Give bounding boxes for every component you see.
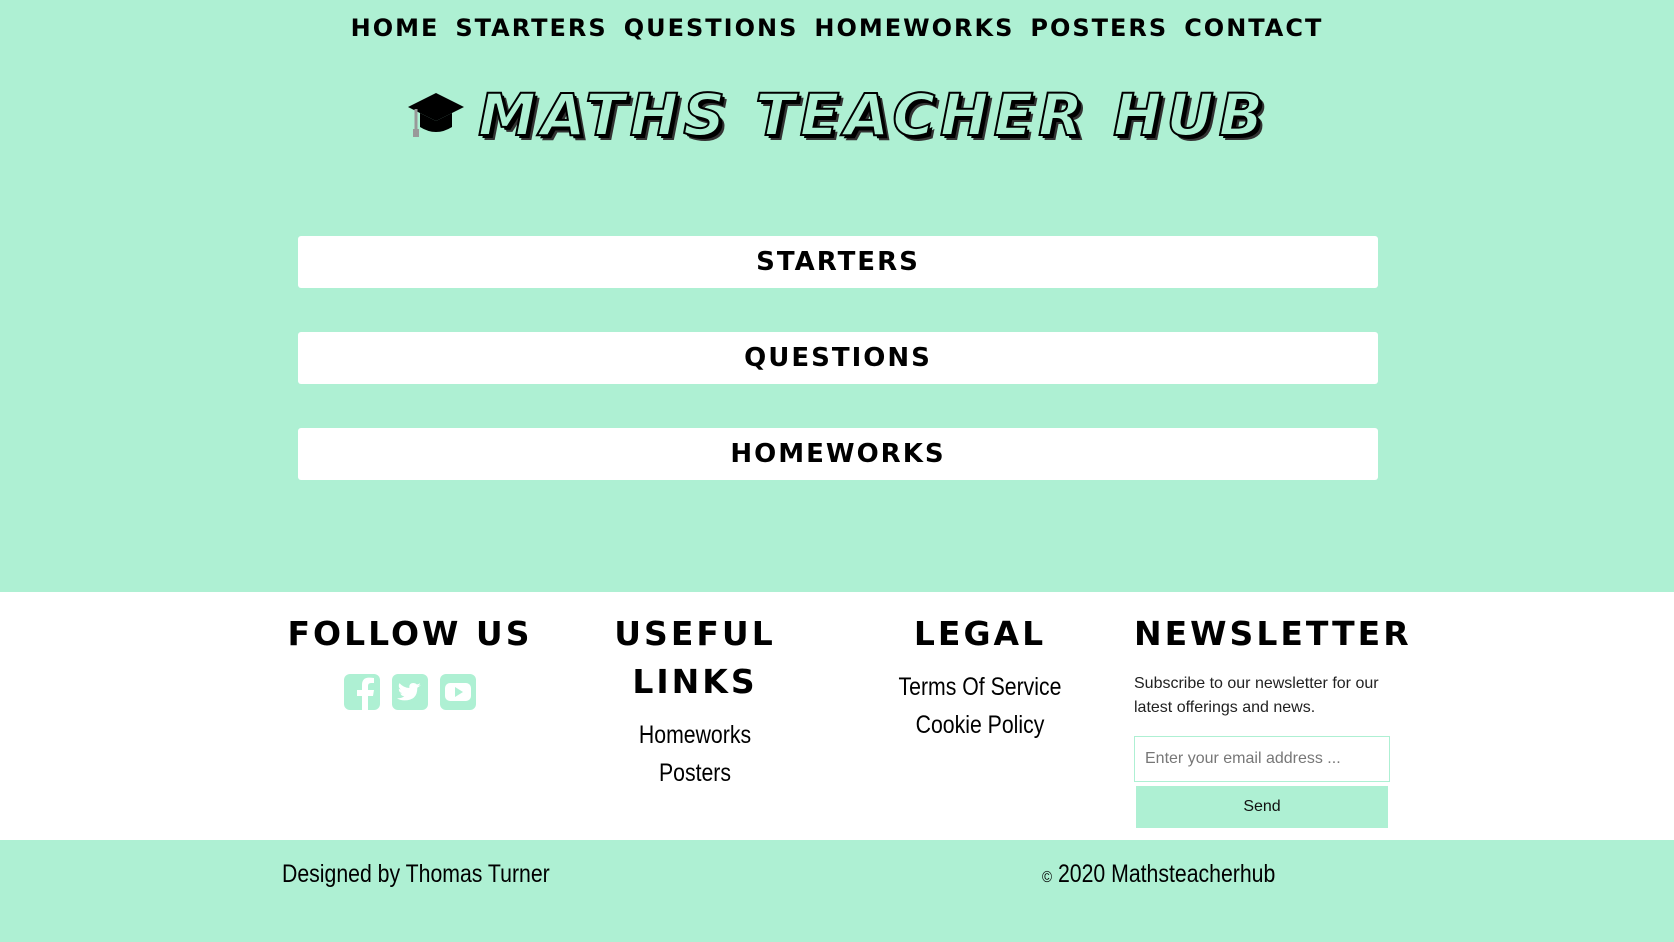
nav-contact[interactable]: Contact — [1184, 8, 1323, 48]
nav-home[interactable]: Home — [351, 8, 440, 48]
twitter-icon[interactable] — [392, 674, 428, 710]
footer: Follow Us Useful Links Homeworks Posters — [0, 592, 1674, 840]
site-logo[interactable]: Maths Teacher Hub — [0, 80, 1674, 150]
link-posters[interactable]: Posters — [576, 754, 814, 792]
nav-starters[interactable]: Starters — [455, 8, 607, 48]
youtube-icon[interactable] — [440, 674, 476, 710]
legal-links-list: Terms Of Service Cookie Policy — [840, 668, 1120, 744]
newsletter-heading: Newsletter — [1134, 614, 1412, 653]
copyright-notice: © 2020 Mathsteacherhub — [1042, 854, 1275, 898]
link-cookie-policy[interactable]: Cookie Policy — [861, 706, 1099, 744]
category-questions[interactable]: Questions — [298, 332, 1378, 384]
social-icons — [280, 674, 540, 710]
footer-follow-section: Follow Us — [280, 592, 540, 710]
category-homeworks[interactable]: Homeworks — [298, 428, 1378, 480]
category-label: Homeworks — [730, 439, 946, 469]
newsletter-send-button[interactable]: Send — [1136, 786, 1388, 828]
category-label: Starters — [756, 247, 920, 277]
legal-heading: Legal — [913, 614, 1047, 653]
copyright-symbol: © — [1042, 869, 1053, 886]
bottom-bar: Designed by Thomas Turner © 2020 Mathste… — [0, 840, 1674, 942]
nav-questions[interactable]: Questions — [624, 8, 799, 48]
newsletter-email-input[interactable] — [1134, 736, 1390, 782]
graduation-cap-icon — [408, 93, 465, 137]
nav-homeworks[interactable]: Homeworks — [814, 8, 1014, 48]
follow-heading: Follow Us — [287, 614, 533, 653]
category-starters[interactable]: Starters — [298, 236, 1378, 288]
designer-credit: Designed by Thomas Turner — [282, 860, 550, 888]
site-title: Maths Teacher Hub — [477, 80, 1268, 150]
newsletter-description: Subscribe to our newsletter for our late… — [1134, 675, 1379, 716]
facebook-icon[interactable] — [344, 674, 380, 710]
nav-posters[interactable]: Posters — [1030, 8, 1168, 48]
footer-legal-section: Legal Terms Of Service Cookie Policy — [840, 592, 1120, 744]
link-homeworks[interactable]: Homeworks — [576, 716, 814, 754]
copyright-text: 2020 Mathsteacherhub — [1057, 860, 1276, 888]
category-label: Questions — [744, 343, 932, 373]
useful-links-list: Homeworks Posters — [555, 716, 835, 792]
footer-useful-links-section: Useful Links Homeworks Posters — [555, 592, 835, 792]
link-terms-of-service[interactable]: Terms Of Service — [861, 668, 1099, 706]
top-nav: Home Starters Questions Homeworks Poster… — [0, 8, 1674, 48]
footer-newsletter-section: Newsletter Subscribe to our newsletter f… — [1134, 592, 1412, 828]
useful-links-heading: Useful Links — [614, 614, 776, 701]
